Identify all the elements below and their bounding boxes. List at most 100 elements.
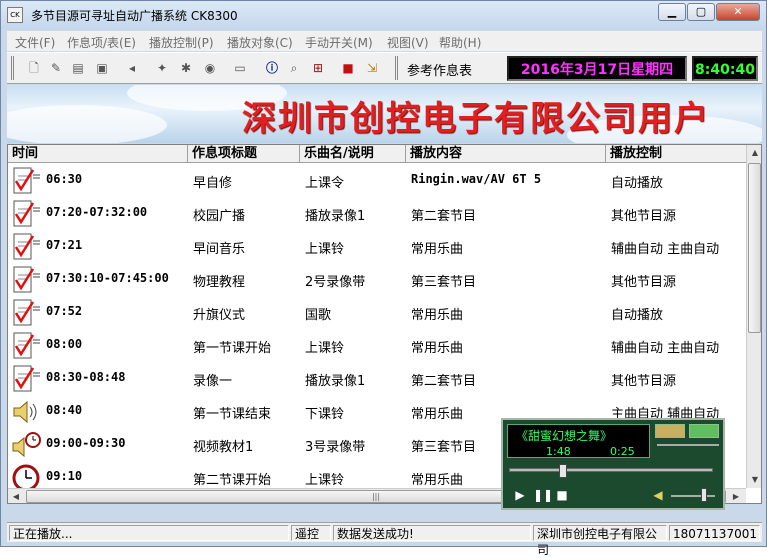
book-icon[interactable]: ■ [339, 59, 357, 77]
vertical-scroll-thumb[interactable] [748, 163, 761, 333]
elapsed-time: 1:48 [546, 445, 571, 458]
header-time[interactable]: 时间 [8, 145, 188, 163]
row-title: 第二节课开始 [193, 473, 272, 488]
keyboard-icon[interactable]: ▭ [231, 59, 249, 77]
row-time: 07:30:10-07:45:00 [46, 271, 169, 285]
scroll-up-arrow[interactable]: ▲ [747, 145, 761, 161]
header-control[interactable]: 播放控制 [606, 145, 746, 163]
row-control: 自动播放 [611, 176, 664, 191]
menu-playback[interactable]: 播放控制(P) [149, 34, 214, 51]
row-time: 09:10 [46, 469, 83, 483]
row-time: 07:20-07:32:00 [46, 205, 148, 219]
volume-icon[interactable]: ◀ [651, 488, 665, 502]
row-control: 其他节目源 [611, 209, 677, 224]
row-content: 第三套节目 [411, 440, 477, 455]
menu-help[interactable]: 帮助(H) [439, 34, 481, 51]
save-icon[interactable]: ▣ [93, 59, 111, 77]
edit-icon[interactable]: ✎ [47, 59, 65, 77]
status-bar: 正在播放... 遥控 数据发送成功! 深圳市创控电子有限公司 180711370… [7, 522, 762, 557]
header-content[interactable]: 播放内容 [406, 145, 606, 163]
table-row[interactable]: 07:52 升旗仪式 国歌 常用乐曲 自动播放 [8, 296, 746, 329]
table-row[interactable]: 08:30-08:48 录像一 播放录像1 第二套节目 其他节目源 [8, 362, 746, 395]
row-time: 09:00-09:30 [46, 436, 126, 450]
row-content: 常用乐曲 [411, 242, 464, 257]
exit-icon[interactable]: ⇲ [363, 59, 381, 77]
volume-knob[interactable] [701, 488, 708, 502]
speaker-icon [11, 398, 41, 426]
status-company: 深圳市创控电子有限公司 [533, 525, 667, 557]
row-time: 08:40 [46, 403, 83, 417]
seek-knob[interactable] [559, 464, 567, 478]
equalizer-button[interactable] [689, 424, 719, 438]
maximize-button[interactable]: ▢ [687, 3, 715, 21]
status-phone: 18071137001 [669, 525, 760, 541]
tape-icon[interactable]: ◉ [201, 59, 219, 77]
scroll-down-arrow[interactable]: ▼ [747, 472, 761, 488]
schedule-check-icon [11, 365, 41, 393]
playlist-button[interactable] [655, 424, 685, 438]
header-music[interactable]: 乐曲名/说明 [300, 145, 406, 163]
close-button[interactable]: ✕ [716, 3, 760, 21]
scroll-left-arrow[interactable]: ◀ [8, 489, 24, 503]
row-content: 常用乐曲 [411, 341, 464, 356]
table-header: 时间 作息项标题 乐曲名/说明 播放内容 播放控制 [8, 145, 746, 163]
settings-icon[interactable]: ✱ [177, 59, 195, 77]
title-bar: CK 多节目源可寻址自动广播系统 CK8300 ▁ ▢ ✕ [1, 1, 766, 29]
menu-target[interactable]: 播放对象(C) [227, 34, 293, 51]
toolbar-grip-2 [395, 56, 398, 80]
balance-slider[interactable] [657, 444, 719, 446]
row-control: 其他节目源 [611, 374, 677, 389]
play-icon[interactable]: ▶ [513, 488, 527, 502]
schedule-check-icon [11, 233, 41, 261]
new-file-icon[interactable]: 🗋 [25, 59, 43, 77]
seek-bar[interactable] [509, 464, 713, 478]
table-row[interactable]: 07:21 早间音乐 上课铃 常用乐曲 辅曲自动 主曲自动 [8, 230, 746, 263]
pause-icon[interactable]: ❚❚ [533, 488, 553, 502]
table-row[interactable]: 08:00 第一节课开始 上课铃 常用乐曲 辅曲自动 主曲自动 [8, 329, 746, 362]
vertical-scrollbar[interactable]: ▲ ▼ [746, 145, 761, 488]
row-title: 视频教材1 [193, 440, 254, 455]
info-icon[interactable]: ⓘ [263, 59, 281, 77]
menu-manual[interactable]: 手动开关(M) [305, 34, 373, 51]
row-content: 第二套节目 [411, 209, 477, 224]
mute-icon[interactable]: ◂ [123, 59, 141, 77]
table-row[interactable]: 07:20-07:32:00 校园广播 播放录像1 第二套节目 其他节目源 [8, 197, 746, 230]
row-content: 第三套节目 [411, 275, 477, 290]
find-icon[interactable]: ⌕ [285, 59, 303, 77]
row-control: 辅曲自动 主曲自动 [611, 341, 720, 356]
volume-slider[interactable] [671, 488, 715, 502]
properties-icon[interactable]: ▤ [69, 59, 87, 77]
network-icon[interactable]: ⊞ [309, 59, 327, 77]
menu-bar: 文件(F) 作息项/表(E) 播放控制(P) 播放对象(C) 手动开关(M) 视… [7, 31, 762, 51]
row-time: 08:30-08:48 [46, 370, 126, 384]
minimize-button[interactable]: ▁ [658, 3, 686, 21]
header-title[interactable]: 作息项标题 [188, 145, 300, 163]
row-title: 升旗仪式 [193, 308, 246, 323]
row-music: 播放录像1 [305, 374, 366, 389]
row-music: 下课铃 [305, 407, 345, 422]
row-content: 常用乐曲 [411, 473, 464, 488]
date-display: 2016年3月17日星期四 [507, 56, 687, 81]
scroll-right-arrow[interactable]: ▶ [728, 489, 744, 503]
row-time: 07:21 [46, 238, 83, 252]
row-title: 早自修 [193, 176, 233, 191]
menu-schedule[interactable]: 作息项/表(E) [67, 34, 136, 51]
toolbar: 🗋 ✎ ▤ ▣ ◂ ✦ ✱ ◉ ▭ ⓘ ⌕ ⊞ ■ ⇲ 参考作息表 2016年3… [7, 52, 762, 84]
menu-file[interactable]: 文件(F) [15, 34, 55, 51]
row-title: 校园广播 [193, 209, 246, 224]
schedule-check-icon [11, 167, 41, 195]
row-music: 上课铃 [305, 473, 345, 488]
row-title: 第一节课开始 [193, 341, 272, 356]
table-row[interactable]: 06:30 早自修 上课令 Ringin.wav/AV 6T 5 自动播放 [8, 164, 746, 197]
menu-view[interactable]: 视图(V) [387, 34, 429, 51]
tool-icon[interactable]: ✦ [153, 59, 171, 77]
schedule-check-icon [11, 200, 41, 228]
main-window: CK 多节目源可寻址自动广播系统 CK8300 ▁ ▢ ✕ 文件(F) 作息项/… [0, 0, 767, 557]
table-row[interactable]: 07:30:10-07:45:00 物理教程 2号录像带 第三套节目 其他节目源 [8, 263, 746, 296]
track-title: 《甜蜜幻想之舞》 [516, 429, 613, 443]
row-music: 播放录像1 [305, 209, 366, 224]
stop-icon[interactable]: ■ [555, 488, 569, 502]
remaining-time: 0:25 [610, 445, 635, 458]
schedule-label[interactable]: 参考作息表 [407, 60, 472, 79]
row-music: 上课铃 [305, 341, 345, 356]
